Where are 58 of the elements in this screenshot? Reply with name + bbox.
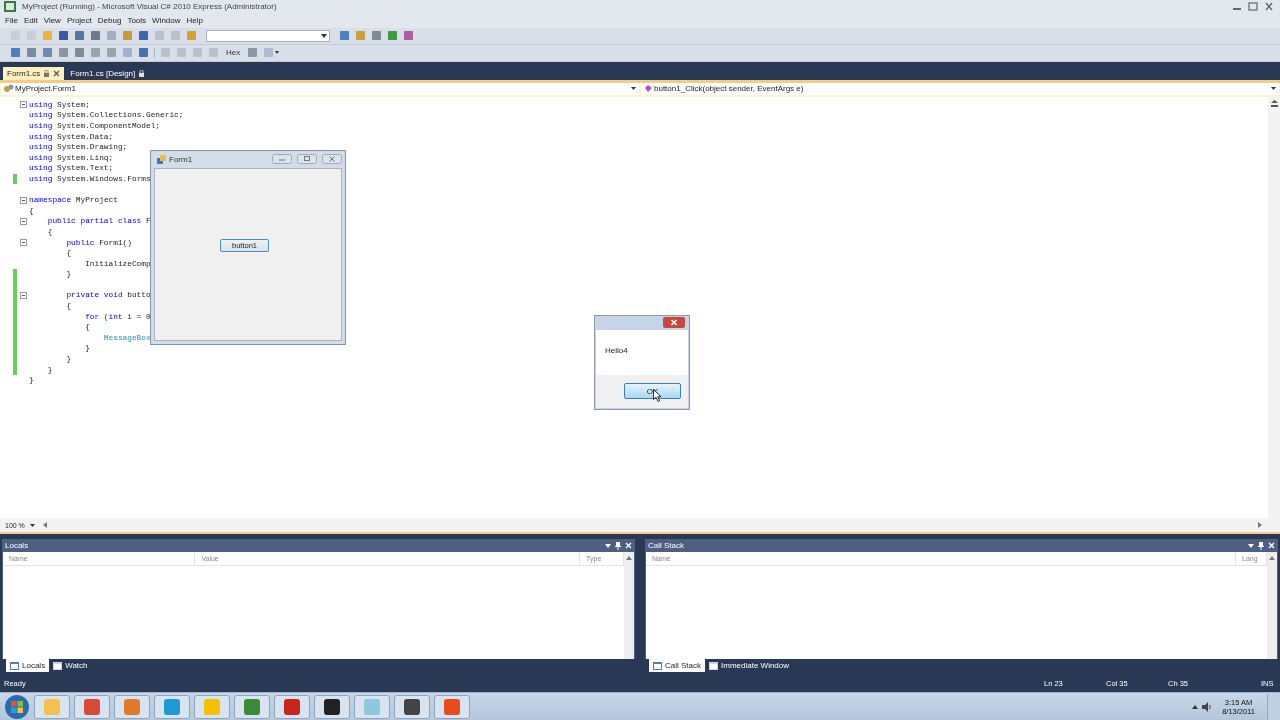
tool-window-tab[interactable]: Call Stack (649, 659, 705, 673)
caret-icon (321, 33, 327, 38)
scroll-up-icon[interactable] (1269, 556, 1275, 560)
scroll-right-icon[interactable] (1257, 522, 1262, 529)
start-icon[interactable] (4, 693, 30, 720)
taskbar-button[interactable] (394, 694, 430, 719)
dropdown-icon[interactable] (1248, 543, 1254, 548)
hex-button[interactable]: Hex (224, 48, 243, 58)
scroll-left-icon[interactable] (42, 522, 48, 529)
caret-icon (631, 87, 636, 91)
pin-icon[interactable] (1258, 541, 1264, 550)
form-title: Form1 (169, 154, 193, 164)
caret-icon (1271, 87, 1276, 91)
document-tab[interactable]: Form1.cs (3, 66, 65, 80)
window-title: MyProject (Running) - Microsoft Visual C# 2010 Express (Administrator) (22, 2, 277, 12)
tool-window-tab[interactable]: Immediate Window (705, 659, 794, 673)
menu-item[interactable]: Tools (124, 16, 150, 26)
tool-window-tab[interactable]: Locals (6, 659, 50, 673)
app-icon (4, 1, 16, 13)
collapse-icon[interactable] (19, 101, 27, 109)
collapse-icon[interactable] (19, 292, 27, 299)
toolbar-dropdown[interactable] (206, 29, 330, 42)
collapse-icon[interactable] (19, 196, 27, 204)
menu-item[interactable]: Help (183, 16, 206, 26)
lock-icon (44, 69, 50, 77)
collapse-icon[interactable] (19, 239, 27, 246)
tool-window-title: Call Stack (648, 541, 685, 550)
dropdown-icon[interactable] (605, 543, 611, 548)
menu-item[interactable]: Debug (94, 16, 125, 26)
maximize-icon[interactable] (1246, 2, 1260, 12)
menu-item[interactable]: Project (63, 16, 95, 26)
tray-arrow-icon[interactable] (1192, 704, 1199, 709)
close-icon[interactable] (53, 69, 61, 77)
close-icon[interactable] (663, 317, 685, 328)
type-dropdown[interactable]: MyProject.Form1 (1, 82, 639, 95)
maximize-icon[interactable] (297, 154, 317, 164)
document-tab[interactable]: Form1.cs [Design] (66, 66, 149, 80)
menu-item[interactable]: Window (149, 16, 184, 26)
split-handle-icon[interactable] (1270, 99, 1278, 107)
taskbar-button[interactable] (314, 694, 350, 719)
method-icon (644, 84, 653, 94)
menu-item[interactable]: Edit (20, 16, 41, 26)
menu-item[interactable]: File (2, 16, 21, 26)
caret-icon (29, 523, 35, 527)
member-dropdown[interactable]: button1_Click(object sender, EventArgs e) (641, 82, 1279, 95)
pin-icon[interactable] (615, 541, 621, 550)
menu-item[interactable]: View (40, 16, 64, 26)
speaker-icon[interactable] (1202, 701, 1213, 712)
close-icon[interactable] (322, 154, 342, 164)
collapse-icon[interactable] (19, 217, 27, 225)
tool-window-title: Locals (5, 541, 30, 550)
lock-icon (139, 69, 145, 77)
show-desktop-button[interactable] (1267, 693, 1280, 720)
class-icon (4, 84, 14, 94)
scroll-up-icon[interactable] (626, 556, 632, 560)
tool-window-tab[interactable]: Watch (49, 659, 92, 673)
message-text: Hello4 (605, 345, 628, 355)
form-icon (157, 154, 166, 164)
